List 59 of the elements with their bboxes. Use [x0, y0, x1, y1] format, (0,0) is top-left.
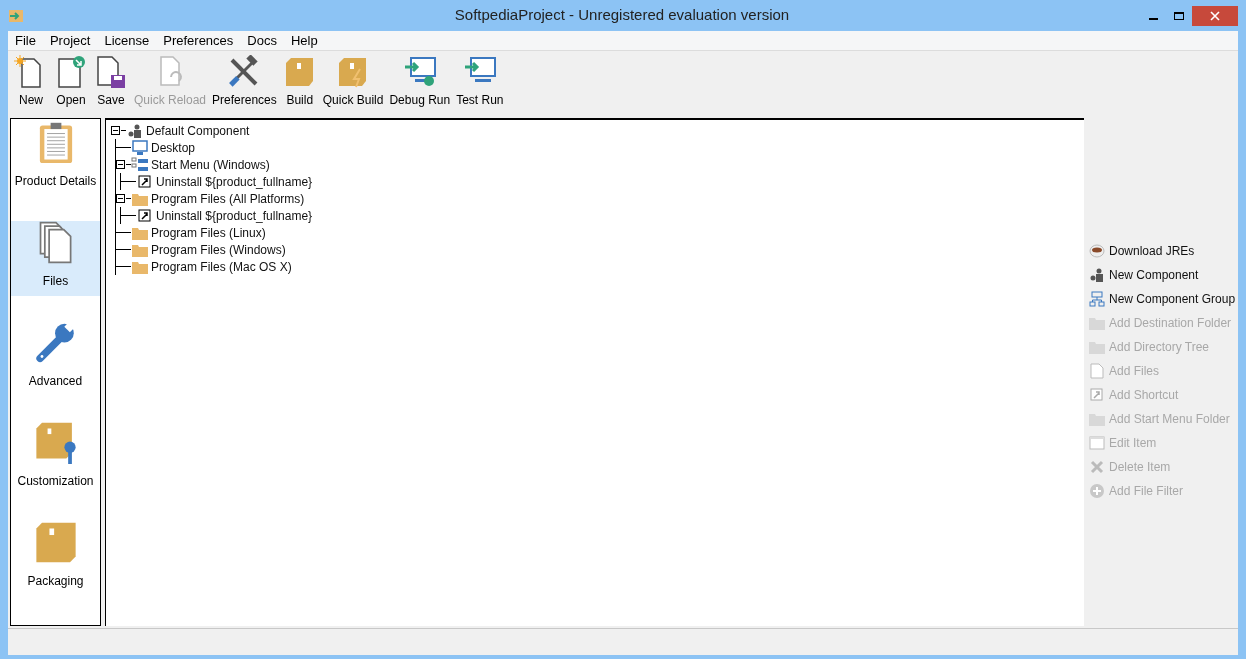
shortcut-icon	[138, 208, 152, 223]
folder-icon	[132, 259, 148, 274]
folder-icon	[1089, 316, 1105, 330]
tree-item-label[interactable]: Program Files (Linux)	[151, 223, 266, 242]
toolbar-button[interactable]: Test Run	[453, 55, 507, 109]
action-link[interactable]: New Component	[1089, 263, 1238, 287]
toolbar-button[interactable]: New	[11, 55, 51, 109]
collapse-toggle[interactable]	[116, 160, 125, 169]
sidebar-tab[interactable]: Advanced	[11, 321, 100, 396]
menu-item[interactable]: License	[97, 30, 157, 51]
toolbar-button[interactable]: Quick Build	[319, 55, 387, 109]
component-icon	[127, 122, 143, 139]
menu-item[interactable]: Docs	[240, 30, 284, 51]
menu-item[interactable]: Project	[42, 30, 98, 51]
action-link[interactable]: Download JREs	[1089, 239, 1238, 263]
monitor-bug-icon	[402, 55, 437, 89]
hierarchy-icon	[131, 156, 149, 173]
folder-icon	[1089, 412, 1105, 426]
tree-item-label[interactable]: Desktop	[151, 138, 196, 157]
tree-item-label[interactable]: Uninstall ${product_fullname}	[156, 172, 313, 191]
folder-icon	[132, 242, 148, 257]
group-icon	[1089, 291, 1105, 307]
collapse-toggle[interactable]	[111, 126, 120, 135]
sidebar-tab[interactable]: Files	[11, 221, 100, 296]
collapse-toggle[interactable]	[116, 194, 125, 203]
close-icon	[1210, 10, 1220, 21]
action-link[interactable]: New Component Group	[1089, 287, 1238, 311]
cup-icon	[1089, 244, 1105, 258]
toolbar-button[interactable]: Save	[91, 55, 131, 109]
menu-item[interactable]: File	[8, 30, 43, 51]
tree-item-label[interactable]: Program Files (All Platforms)	[151, 189, 305, 208]
shortcut-icon	[138, 174, 152, 189]
tree-item-label[interactable]: Start Menu (Windows)	[151, 155, 270, 174]
toolbar-button[interactable]: Build	[279, 55, 320, 109]
menu-item[interactable]: Help	[283, 30, 325, 51]
save-file-icon	[94, 55, 128, 89]
window-title: SoftpediaProject - Unregistered evaluation version	[454, 5, 790, 26]
file-icon	[1090, 363, 1104, 379]
sidebar-tab[interactable]: Product Details	[11, 121, 100, 196]
monitor-icon	[132, 139, 148, 156]
tree-item-label[interactable]: Default Component	[146, 121, 250, 140]
folder-icon	[132, 225, 148, 240]
add-icon	[1089, 483, 1105, 499]
app-icon	[8, 8, 24, 23]
delete-icon	[1090, 460, 1104, 474]
tree-item-label[interactable]: Program Files (Mac OS X)	[151, 257, 292, 276]
tree-item-label[interactable]: Uninstall ${product_fullname}	[156, 206, 313, 225]
folder-icon	[1089, 340, 1105, 354]
tree-item-label[interactable]: Program Files (Windows)	[151, 240, 286, 259]
toolbar-button[interactable]: Preferences	[209, 55, 280, 109]
component-icon	[1089, 267, 1105, 283]
sidebar-tab[interactable]: Packaging	[11, 521, 100, 596]
window-icon	[1089, 436, 1105, 450]
menu-item[interactable]: Preferences	[156, 30, 241, 51]
folder-icon	[132, 191, 148, 206]
toolbar-button[interactable]: Debug Run	[386, 55, 454, 109]
sidebar-tab[interactable]: Customization	[11, 421, 100, 496]
toolbar-button[interactable]: Open	[51, 55, 91, 109]
shortcut-icon	[1090, 388, 1104, 402]
